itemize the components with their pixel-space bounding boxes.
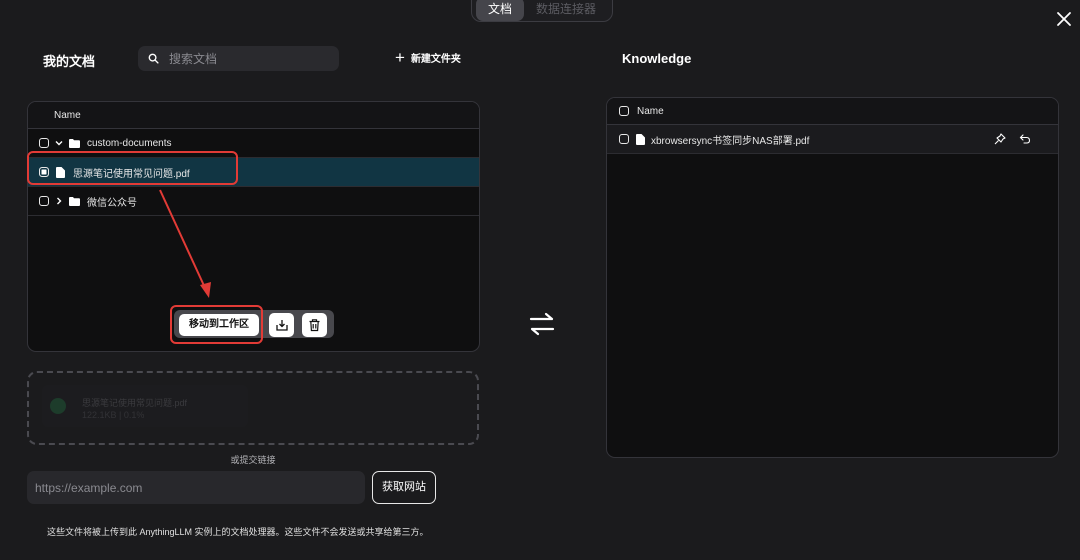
tab-documents[interactable]: 文档 [476, 0, 524, 21]
close-icon[interactable] [1055, 10, 1073, 28]
fetch-website-button[interactable]: 获取网站 [372, 471, 436, 504]
undo-icon[interactable] [1019, 133, 1031, 145]
file-name: xbrowsersync书签同步NAS部署.pdf [651, 135, 810, 147]
swap-arrows-icon[interactable] [528, 310, 556, 338]
folder-name: 微信公众号 [87, 197, 137, 209]
knowledge-file-row[interactable]: xbrowsersync书签同步NAS部署.pdf [607, 125, 1058, 154]
download-icon [275, 320, 288, 331]
table-header: Name [607, 98, 1058, 125]
chevron-down-icon[interactable] [54, 138, 64, 148]
submit-link-label: 或提交链接 [230, 455, 276, 465]
annotation-arrow [159, 189, 211, 298]
row-checkbox[interactable] [39, 138, 49, 148]
upload-status-icon [50, 398, 66, 414]
uploaded-file-name: 思源笔记使用常见问题.pdf [82, 398, 188, 408]
new-folder-button[interactable]: + 新建文件夹 [395, 47, 461, 67]
pin-icon[interactable] [994, 133, 1006, 145]
save-to-folder-button[interactable] [269, 313, 294, 337]
file-icon [636, 133, 645, 145]
annotation-highlight-move-button [170, 305, 263, 344]
top-tab-bar: 文档 数据连接器 [471, 0, 613, 22]
folder-icon [69, 196, 80, 206]
annotation-highlight-file [27, 151, 238, 185]
delete-button[interactable] [302, 313, 327, 337]
search-icon [148, 53, 159, 64]
tab-data-connectors[interactable]: 数据连接器 [524, 0, 608, 21]
my-documents-title: 我的文档 [43, 54, 96, 69]
name-column-header: Name [637, 105, 664, 117]
folder-row-wechat[interactable]: 微信公众号 [28, 187, 479, 216]
uploaded-file-meta: 122.1KB | 0.1% [82, 410, 145, 420]
search-box[interactable] [138, 46, 339, 71]
plus-icon: + [395, 47, 405, 67]
new-folder-label: 新建文件夹 [410, 54, 461, 65]
folder-name: custom-documents [87, 137, 172, 149]
knowledge-panel: Name xbrowsersync书签同步NAS部署.pdf [606, 97, 1059, 458]
select-all-checkbox[interactable] [619, 106, 629, 116]
folder-icon [69, 138, 80, 148]
name-column-header: Name [54, 109, 81, 121]
row-checkbox[interactable] [619, 134, 629, 144]
knowledge-title: Knowledge [622, 51, 692, 66]
table-header: Name [28, 102, 479, 129]
url-input[interactable] [27, 471, 365, 504]
privacy-note: 这些文件将被上传到此 AnythingLLM 实例上的文档处理器。这些文件不会发… [47, 527, 429, 537]
search-input[interactable] [167, 50, 331, 67]
uploaded-file-card: 思源笔记使用常见问题.pdf 122.1KB | 0.1% [42, 385, 248, 427]
chevron-right-icon[interactable] [54, 196, 64, 206]
row-checkbox[interactable] [39, 196, 49, 206]
trash-icon [309, 319, 320, 332]
